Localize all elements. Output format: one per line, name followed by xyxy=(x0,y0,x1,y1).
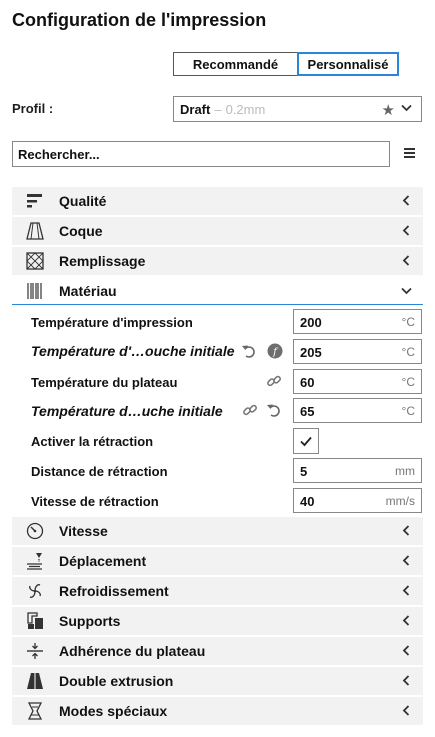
setting-label: Température d'…ouche initiale xyxy=(31,343,235,359)
setting-label: Température d…uche initiale xyxy=(31,403,223,419)
infill-icon xyxy=(26,252,44,270)
category-quality[interactable]: Qualité xyxy=(12,187,423,215)
retraction-speed-field[interactable]: 40 mm/s xyxy=(293,488,422,513)
field-value: 60 xyxy=(300,375,315,390)
enable-retraction-checkbox[interactable] xyxy=(293,428,319,454)
setting-label: Température d'impression xyxy=(31,315,193,330)
category-label: Refroidissement xyxy=(59,583,169,599)
chevron-left-icon xyxy=(402,675,410,686)
special-modes-icon xyxy=(27,702,43,720)
chevron-left-icon xyxy=(402,585,410,596)
field-unit: mm xyxy=(395,464,415,478)
material-icon xyxy=(27,283,42,299)
setting-label: Distance de rétraction xyxy=(31,464,168,479)
mode-toggle: Recommandé Personnalisé xyxy=(173,52,399,76)
chevron-left-icon xyxy=(402,555,410,566)
field-unit: °C xyxy=(401,404,415,418)
chevron-left-icon xyxy=(402,705,410,716)
support-icon xyxy=(27,612,43,629)
function-icon[interactable]: f xyxy=(267,343,283,359)
field-value: 65 xyxy=(300,404,315,419)
category-shell[interactable]: Coque xyxy=(12,217,423,245)
checkmark-icon xyxy=(300,436,312,447)
category-cooling[interactable]: Refroidissement xyxy=(12,577,423,605)
field-unit: °C xyxy=(401,315,415,329)
chevron-left-icon xyxy=(402,615,410,626)
chevron-down-icon xyxy=(401,287,412,295)
chevron-left-icon xyxy=(402,645,410,656)
chevron-left-icon xyxy=(402,255,410,266)
chevron-left-icon xyxy=(402,195,410,206)
category-adhesion[interactable]: Adhérence du plateau xyxy=(12,637,423,665)
category-support[interactable]: Supports xyxy=(12,607,423,635)
chevron-left-icon xyxy=(402,225,410,236)
link-icon[interactable] xyxy=(266,373,282,389)
build-plate-initial-layer-temperature-field[interactable]: 65 °C xyxy=(293,398,422,423)
initial-layer-temperature-field[interactable]: 205 °C xyxy=(293,339,422,364)
setting-label: Vitesse de rétraction xyxy=(31,494,159,509)
profile-separator: – xyxy=(214,101,222,117)
setting-label: Température du plateau xyxy=(31,375,178,390)
profile-label: Profil : xyxy=(12,101,54,116)
category-speed[interactable]: Vitesse xyxy=(12,517,423,545)
category-label: Déplacement xyxy=(59,553,147,569)
custom-button[interactable]: Personnalisé xyxy=(297,52,399,76)
recommended-button[interactable]: Recommandé xyxy=(173,52,298,76)
field-value: 200 xyxy=(300,315,322,330)
dual-extrusion-icon xyxy=(27,673,43,689)
search-input[interactable] xyxy=(12,141,390,167)
link-icon[interactable] xyxy=(242,402,258,418)
category-label: Coque xyxy=(59,223,103,239)
field-value: 40 xyxy=(300,494,315,509)
chevron-down-icon xyxy=(401,104,412,112)
field-unit: mm/s xyxy=(385,494,415,508)
quality-icon xyxy=(27,194,42,208)
category-infill[interactable]: Remplissage xyxy=(12,247,423,275)
field-value: 5 xyxy=(300,464,308,479)
profile-select[interactable]: Draft – 0.2mm ★ xyxy=(173,96,422,122)
setting-label: Activer la rétraction xyxy=(31,434,154,449)
printing-temperature-field[interactable]: 200 °C xyxy=(293,309,422,334)
star-icon[interactable]: ★ xyxy=(382,101,395,119)
travel-icon xyxy=(27,553,42,570)
field-unit: °C xyxy=(401,345,415,359)
category-label: Matériau xyxy=(59,283,117,299)
retraction-distance-field[interactable]: 5 mm xyxy=(293,458,422,483)
category-label: Qualité xyxy=(59,193,107,209)
build-plate-temperature-field[interactable]: 60 °C xyxy=(293,369,422,394)
profile-name: Draft xyxy=(180,101,211,117)
category-label: Remplissage xyxy=(59,253,146,269)
shell-icon xyxy=(26,222,44,240)
category-dual-extrusion[interactable]: Double extrusion xyxy=(12,667,423,695)
speed-icon xyxy=(26,522,44,540)
category-label: Modes spéciaux xyxy=(59,703,168,719)
page-title: Configuration de l'impression xyxy=(12,10,267,30)
chevron-left-icon xyxy=(402,525,410,536)
category-travel[interactable]: Déplacement xyxy=(12,547,423,575)
category-label: Double extrusion xyxy=(59,673,174,689)
field-value: 205 xyxy=(300,345,322,360)
category-special-modes[interactable]: Modes spéciaux xyxy=(12,697,423,725)
category-label: Vitesse xyxy=(59,523,108,539)
cooling-icon xyxy=(29,584,41,598)
category-material[interactable]: Matériau xyxy=(12,277,423,305)
field-unit: °C xyxy=(401,375,415,389)
profile-layer-height: 0.2mm xyxy=(225,101,266,117)
category-label: Supports xyxy=(59,613,121,629)
adhesion-icon xyxy=(27,643,43,659)
category-label: Adhérence du plateau xyxy=(59,643,206,659)
reset-icon[interactable] xyxy=(241,343,257,359)
reset-icon[interactable] xyxy=(266,402,282,418)
menu-icon[interactable] xyxy=(404,148,415,158)
